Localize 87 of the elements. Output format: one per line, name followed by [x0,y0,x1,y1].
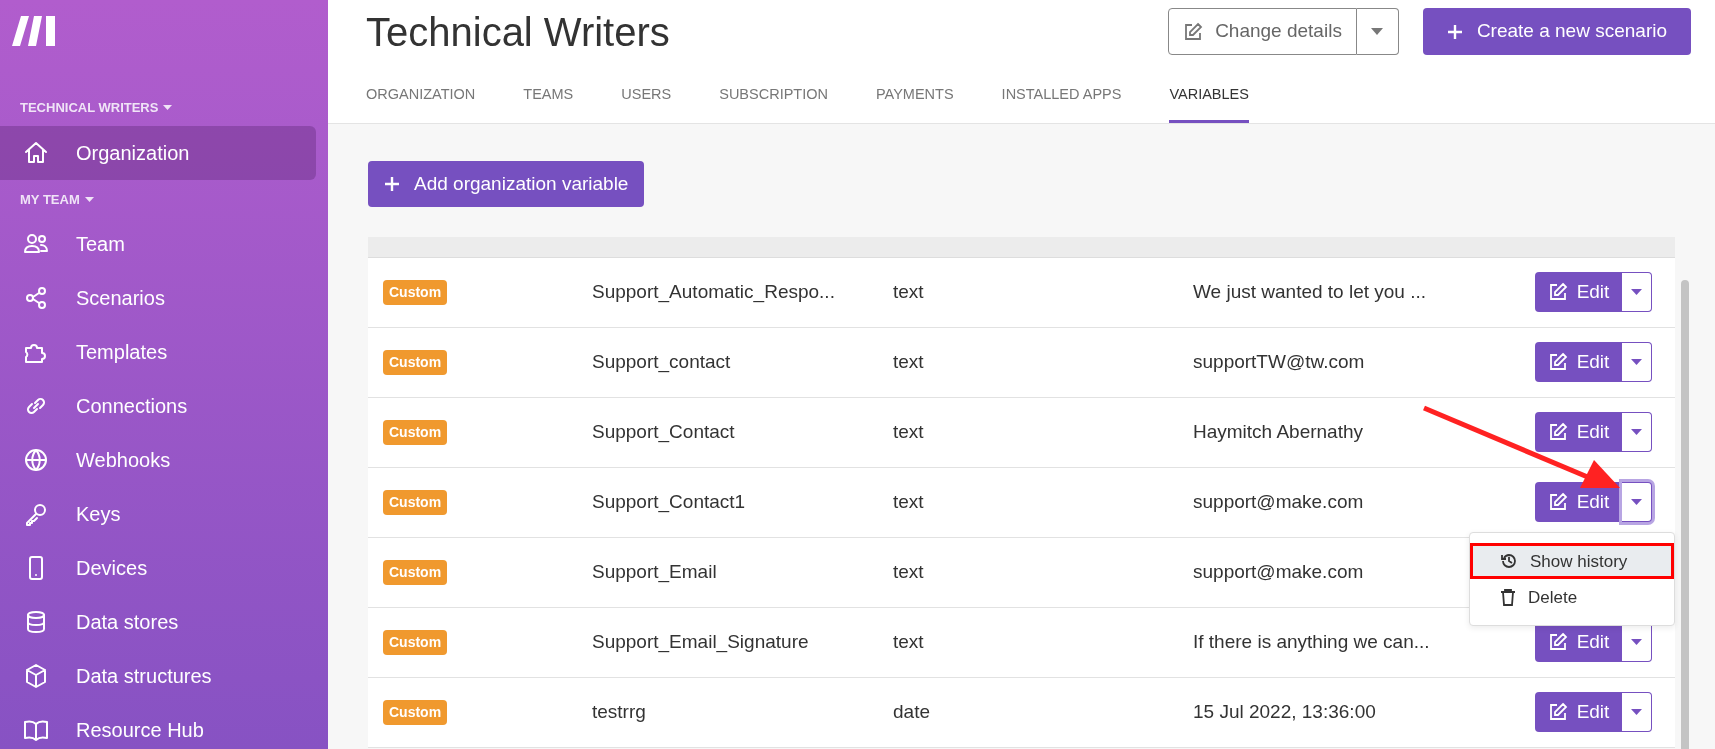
caret-icon [1371,28,1384,35]
dropdown-toggle-button[interactable] [1622,342,1652,383]
sidebar-item[interactable]: Keys [0,487,316,541]
custom-tag: Custom [383,559,448,585]
caret-icon [163,105,173,111]
table-cell-text: If there is anything we can... [1193,630,1430,654]
table-cell-text: testrrg [592,700,646,724]
custom-tag: Custom [383,279,448,305]
caret-icon [84,196,94,202]
table-cell-text: text [893,350,924,374]
sidebar-item[interactable]: Devices [0,541,316,595]
menu-item[interactable]: Show history [1470,543,1674,580]
globe-icon [22,446,50,474]
sidebar-item[interactable]: Data structures [0,649,316,703]
table-cell-text: supportTW@tw.com [1193,350,1365,374]
change-details-button[interactable]: Change details [1168,8,1357,55]
table-cell-text: support@make.com [1193,560,1364,584]
caret-button[interactable] [1356,8,1399,55]
edit-icon [1547,702,1568,723]
edit-icon [1547,632,1568,653]
sidebar-item[interactable]: Templates [0,325,316,379]
logo-icon [12,14,56,48]
page-title: Technical Writers [366,9,670,56]
custom-tag: Custom [383,699,448,725]
sidebar-item[interactable]: Scenarios [0,271,316,325]
tab[interactable]: INSTALLED APPS [1001,84,1122,123]
dropdown-toggle-button[interactable] [1622,412,1652,453]
sidebar-item[interactable]: Webhooks [0,433,316,487]
sidebar-item[interactable]: Team [0,217,316,271]
sidebar-item[interactable]: Data stores [0,595,316,649]
table-cell-text: 15 Jul 2022, 13:36:00 [1193,700,1376,724]
sidebar-item[interactable]: Resource Hub [0,703,316,749]
dropdown-toggle-button[interactable] [1622,272,1652,313]
add-variable-button[interactable]: Add organization variable [368,160,645,207]
table-cell-text: text [893,280,924,304]
edit-button[interactable]: Edit [1535,342,1622,383]
tab[interactable]: ORGANIZATION [366,84,476,123]
section-header[interactable]: TECHNICAL WRITERS [0,98,193,118]
tab[interactable]: VARIABLES [1169,84,1249,123]
dropdown-toggle-button[interactable] [1622,692,1652,733]
caret-icon [1631,429,1642,436]
plus-icon [1446,23,1463,40]
custom-tag: Custom [383,419,448,445]
caret-icon [1631,499,1642,506]
caret-icon [1631,709,1642,716]
tab[interactable]: USERS [621,84,672,123]
edit-icon [1183,21,1204,42]
trash-icon [1500,588,1516,607]
edit-icon [1547,282,1568,303]
table-cell-text: Haymitch Abernathy [1193,420,1364,444]
table-cell-text: Support_Email [592,560,717,585]
table-cell-text: We just wanted to let you ... [1193,280,1427,304]
create-scenario-button[interactable]: Create a new scenario [1422,8,1691,55]
sidebar-item[interactable]: Organization [0,125,316,180]
table-cell-text: date [893,700,930,724]
table-cell-text: support@make.com [1193,490,1364,514]
custom-tag: Custom [383,489,448,515]
scrollbar-thumb[interactable] [1681,280,1689,749]
table-cell-text: text [893,630,924,654]
caret-icon [1631,289,1642,296]
custom-tag: Custom [383,629,448,655]
plus-icon [384,175,400,192]
custom-tag: Custom [383,349,448,375]
edit-icon [1547,422,1568,443]
sidebar-item[interactable]: Connections [0,379,316,433]
edit-button[interactable]: Edit [1535,692,1622,733]
history-icon [1500,552,1518,571]
tab[interactable]: PAYMENTS [876,84,954,123]
table-cell-text: Support_Contact [592,420,735,445]
table-cell-text: text [893,560,924,584]
edit-button[interactable]: Edit [1535,412,1622,453]
table-cell-text: Support_Contact1 [592,490,746,515]
edit-icon [1547,492,1568,513]
table-cell-text: Support_contact [592,350,731,375]
section-header[interactable]: MY TEAM [0,189,114,209]
table-cell-text: Support_Automatic_Respo... [592,280,835,305]
table-cell-text: Support_Email_Signature [592,630,809,655]
tab[interactable]: SUBSCRIPTION [719,84,828,123]
tab[interactable]: TEAMS [523,84,574,123]
edit-icon [1547,352,1568,373]
edit-button[interactable]: Edit [1535,272,1622,313]
table-cell-text: text [893,420,924,444]
caret-icon [1631,359,1642,366]
dropdown-toggle-button[interactable] [1622,482,1652,523]
caret-icon [1631,639,1642,646]
menu-item[interactable]: Delete [1470,579,1674,616]
table-cell-text: text [893,490,924,514]
